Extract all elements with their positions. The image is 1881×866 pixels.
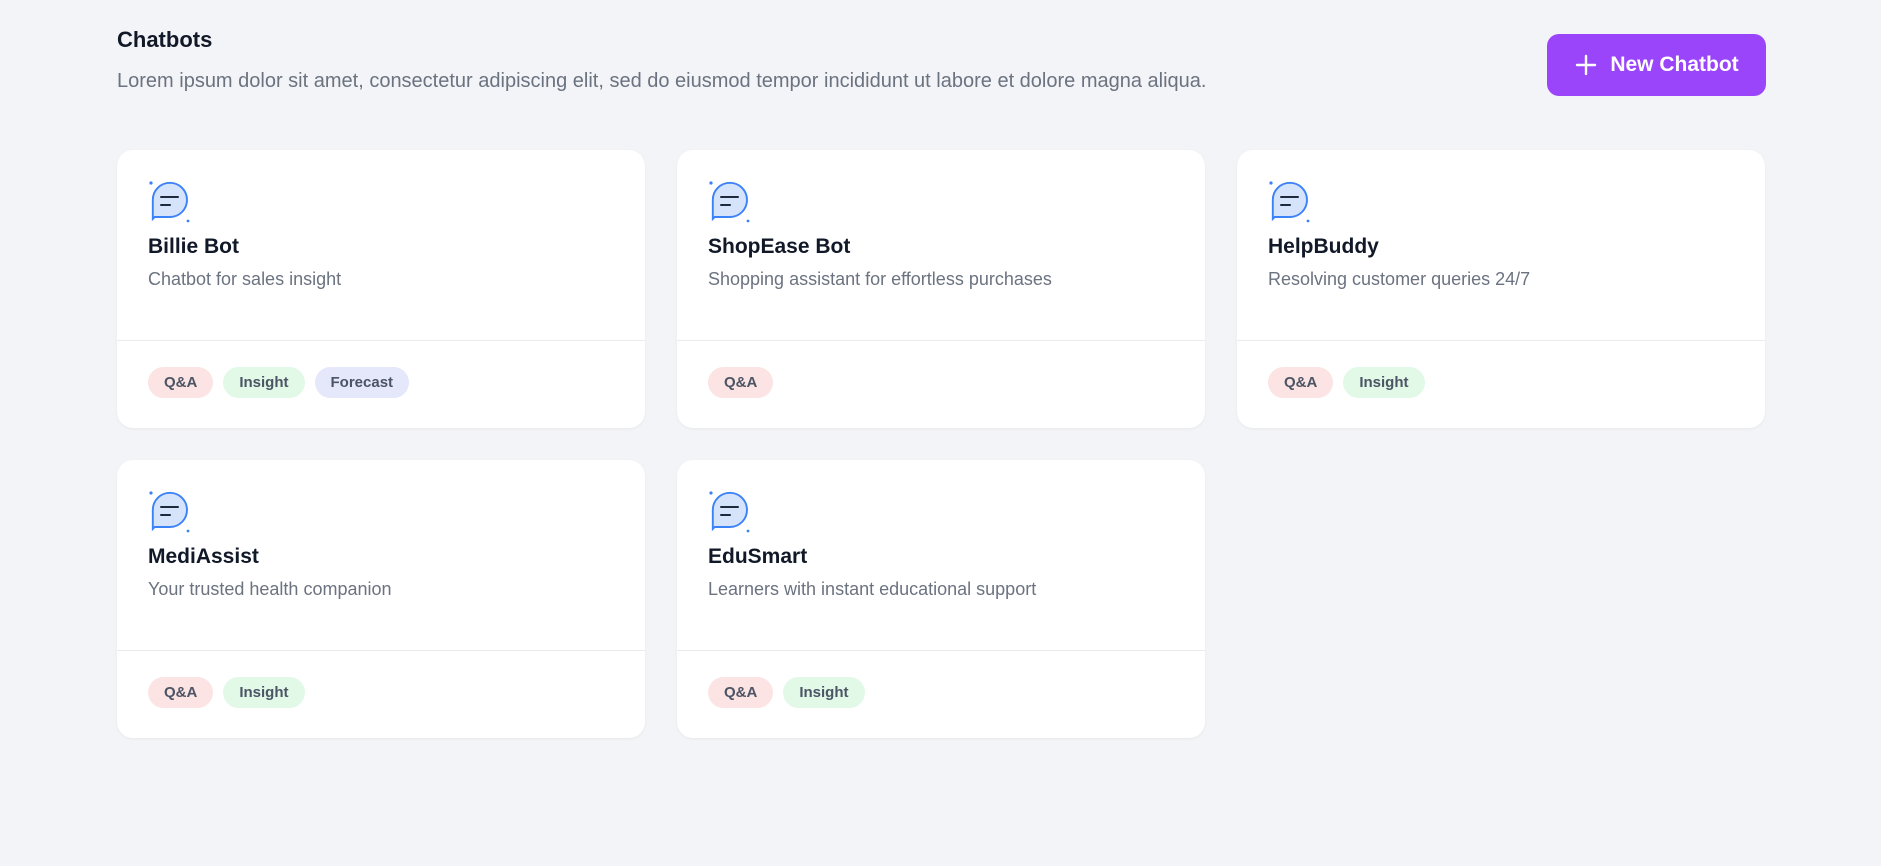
chat-bubble-icon: [1269, 181, 1310, 223]
chat-bubble-icon: [149, 181, 190, 223]
chatbots-page: Chatbots Lorem ipsum dolor sit amet, con…: [117, 0, 1766, 738]
card-tags: Q&A Insight: [1237, 341, 1765, 398]
card-title: HelpBuddy: [1268, 235, 1379, 258]
new-chatbot-button[interactable]: New Chatbot: [1547, 34, 1766, 96]
tag-forecast: Forecast: [314, 367, 410, 398]
card-tags: Q&A: [677, 341, 1205, 398]
chatbot-card-edusmart[interactable]: EduSmart Learners with instant education…: [677, 460, 1205, 738]
card-body: HelpBuddy Resolving customer queries 24/…: [1237, 150, 1765, 341]
card-tags: Q&A Insight: [117, 651, 645, 708]
chatbot-card-helpbuddy[interactable]: HelpBuddy Resolving customer queries 24/…: [1237, 150, 1765, 428]
tag-insight: Insight: [783, 677, 865, 708]
chatbot-card-shopease-bot[interactable]: ShopEase Bot Shopping assistant for effo…: [677, 150, 1205, 428]
card-title: MediAssist: [148, 545, 259, 568]
tag-insight: Insight: [223, 367, 305, 398]
card-title: Billie Bot: [148, 235, 240, 258]
chatbot-card-billie-bot[interactable]: Billie Bot Chatbot for sales insight Q&A…: [117, 150, 645, 428]
tag-qa: Q&A: [708, 367, 774, 398]
card-body: Billie Bot Chatbot for sales insight: [117, 150, 645, 341]
card-title: EduSmart: [708, 545, 808, 568]
card-title: ShopEase Bot: [708, 235, 851, 258]
chatbot-grid: Billie Bot Chatbot for sales insight Q&A…: [117, 150, 1766, 738]
tag-qa: Q&A: [148, 677, 214, 708]
chat-bubble-icon: [709, 181, 750, 223]
card-body: MediAssist Your trusted health companion: [117, 460, 645, 651]
tag-qa: Q&A: [708, 677, 774, 708]
tag-insight: Insight: [223, 677, 305, 708]
card-description: Chatbot for sales insight: [148, 269, 342, 289]
card-description: Resolving customer queries 24/7: [1268, 269, 1531, 289]
chat-bubble-icon: [149, 491, 190, 533]
chat-bubble-icon: [709, 491, 750, 533]
chatbot-card-mediassist[interactable]: MediAssist Your trusted health companion…: [117, 460, 645, 738]
page-header: Chatbots Lorem ipsum dolor sit amet, con…: [117, 0, 1766, 150]
page-title: Chatbots: [117, 27, 213, 52]
card-body: ShopEase Bot Shopping assistant for effo…: [677, 150, 1205, 341]
card-description: Your trusted health companion: [148, 579, 392, 599]
plus-icon: [1576, 54, 1597, 76]
card-description: Shopping assistant for effortless purcha…: [708, 269, 1052, 289]
tag-insight: Insight: [1343, 367, 1425, 398]
tag-qa: Q&A: [148, 367, 214, 398]
new-chatbot-label: New Chatbot: [1610, 53, 1739, 76]
page-subtitle: Lorem ipsum dolor sit amet, consectetur …: [117, 70, 1207, 92]
card-description: Learners with instant educational suppor…: [708, 579, 1037, 599]
tag-qa: Q&A: [1268, 367, 1334, 398]
card-tags: Q&A Insight: [677, 651, 1205, 708]
card-tags: Q&A Insight Forecast: [117, 341, 645, 398]
card-body: EduSmart Learners with instant education…: [677, 460, 1205, 651]
